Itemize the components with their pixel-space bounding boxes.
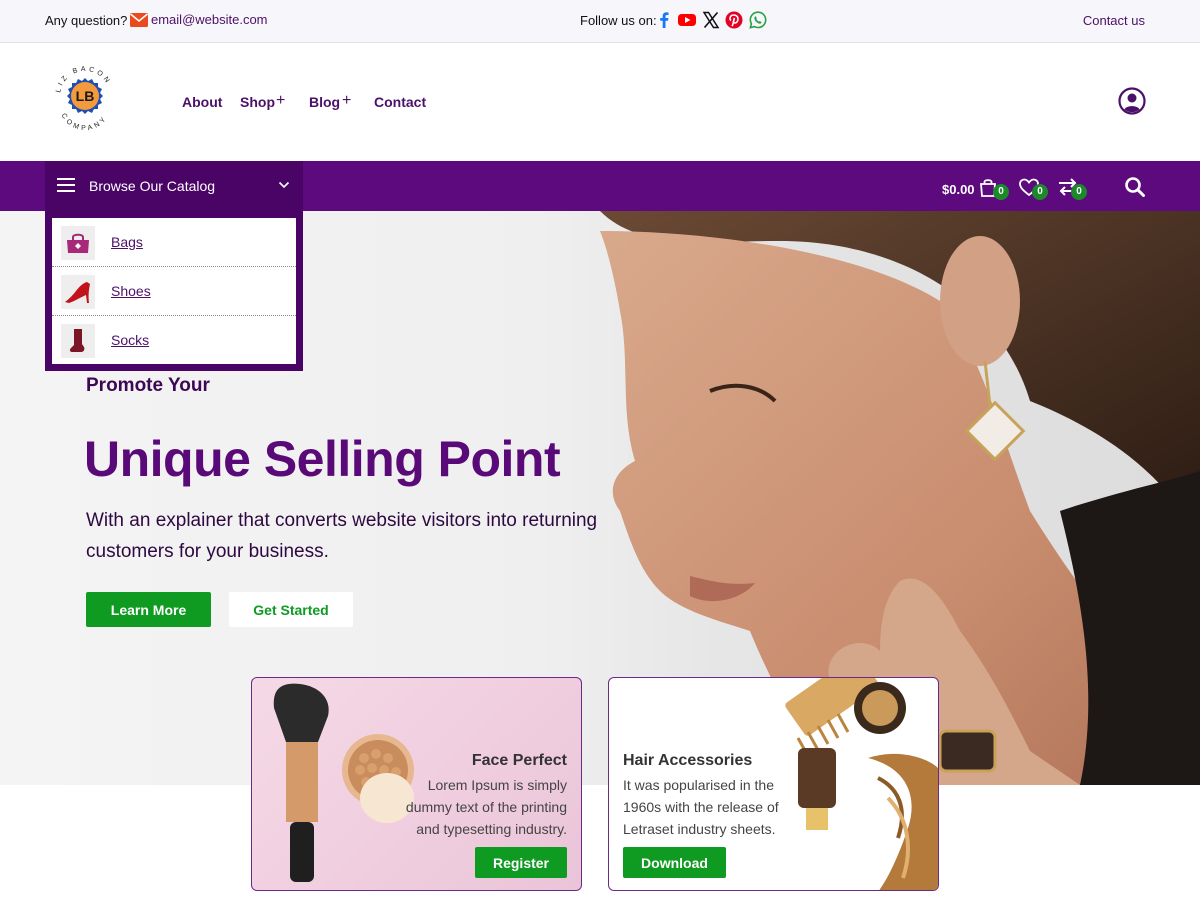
- download-button[interactable]: Download: [623, 847, 726, 878]
- catalog-link-socks[interactable]: Socks: [111, 332, 149, 348]
- register-button[interactable]: Register: [475, 847, 567, 878]
- logo-ring-bottom: COMPANY: [60, 112, 107, 132]
- compare-count-badge: 0: [1071, 184, 1087, 200]
- svg-text:COMPANY: COMPANY: [60, 112, 110, 132]
- promo-card-face-perfect: Face Perfect Lorem Ipsum is simply dummy…: [251, 677, 582, 891]
- card-description: Lorem Ipsum is simply dummy text of the …: [406, 774, 567, 840]
- get-started-button[interactable]: Get Started: [229, 592, 353, 627]
- x-icon[interactable]: [701, 10, 721, 30]
- top-bar: Any question? email@website.com Follow u…: [0, 0, 1200, 43]
- card-title: Hair Accessories: [623, 752, 753, 769]
- nav-blog[interactable]: Blog: [309, 94, 340, 110]
- contact-us-link[interactable]: Contact us: [1083, 13, 1145, 28]
- high-heel-icon: [61, 275, 95, 309]
- logo-initials: LB: [76, 88, 95, 104]
- sock-icon: [61, 324, 95, 358]
- card-line: and typesetting industry.: [416, 821, 567, 837]
- wishlist-count-badge: 0: [1032, 184, 1048, 200]
- card-line: Letraset industry sheets.: [623, 821, 776, 837]
- promo-card-hair-accessories: Hair Accessories It was popularised in t…: [608, 677, 939, 891]
- facebook-icon[interactable]: [654, 10, 674, 30]
- user-account-icon[interactable]: [1118, 87, 1146, 115]
- blog-expand-icon[interactable]: +: [342, 92, 351, 110]
- catalog-list: Bags Shoes Socks: [52, 218, 296, 364]
- learn-more-button[interactable]: Learn More: [86, 592, 211, 627]
- hair-accessories-illustration: [785, 678, 938, 890]
- hero-headline: Unique Selling Point: [84, 431, 561, 487]
- card-line: 1960s with the release of: [623, 799, 779, 815]
- card-line: Lorem Ipsum is simply: [427, 777, 567, 793]
- cart-count-badge: 0: [993, 184, 1009, 200]
- catalog-item-socks[interactable]: Socks: [52, 316, 296, 365]
- catalog-link-shoes[interactable]: Shoes: [111, 283, 151, 299]
- catalog-item-bags[interactable]: Bags: [52, 218, 296, 267]
- shop-expand-icon[interactable]: +: [276, 92, 285, 110]
- question-label: Any question?: [45, 13, 128, 28]
- follow-label: Follow us on:: [580, 13, 657, 28]
- chevron-down-icon[interactable]: [278, 180, 290, 190]
- catalog-link-bags[interactable]: Bags: [111, 234, 143, 250]
- email-link[interactable]: email@website.com: [151, 12, 268, 27]
- hero-description: With an explainer that converts website …: [86, 510, 598, 562]
- card-title: Face Perfect: [471, 752, 567, 769]
- search-icon[interactable]: [1124, 176, 1146, 198]
- whatsapp-icon[interactable]: [748, 10, 768, 30]
- envelope-icon: [129, 13, 149, 27]
- bag-icon: [61, 226, 95, 260]
- pinterest-icon[interactable]: [724, 10, 744, 30]
- cart-total[interactable]: $0.00: [942, 182, 975, 197]
- hero-eyebrow: Promote Your: [86, 375, 210, 396]
- hamburger-menu-icon[interactable]: [57, 177, 75, 193]
- nav-shop[interactable]: Shop: [240, 94, 275, 110]
- card-line: dummy text of the printing: [405, 799, 567, 815]
- nav-contact[interactable]: Contact: [374, 94, 426, 110]
- catalog-title[interactable]: Browse Our Catalog: [89, 178, 215, 194]
- catalog-dropdown: Bags Shoes Socks: [45, 211, 303, 371]
- youtube-icon[interactable]: [677, 10, 697, 30]
- card-description: It was popularised in the 1960s with the…: [623, 774, 779, 840]
- nav-about[interactable]: About: [182, 94, 222, 110]
- company-logo[interactable]: LIZ BACON LB COMPANY: [50, 60, 120, 138]
- catalog-item-shoes[interactable]: Shoes: [52, 267, 296, 316]
- card-line: It was popularised in the: [623, 777, 774, 793]
